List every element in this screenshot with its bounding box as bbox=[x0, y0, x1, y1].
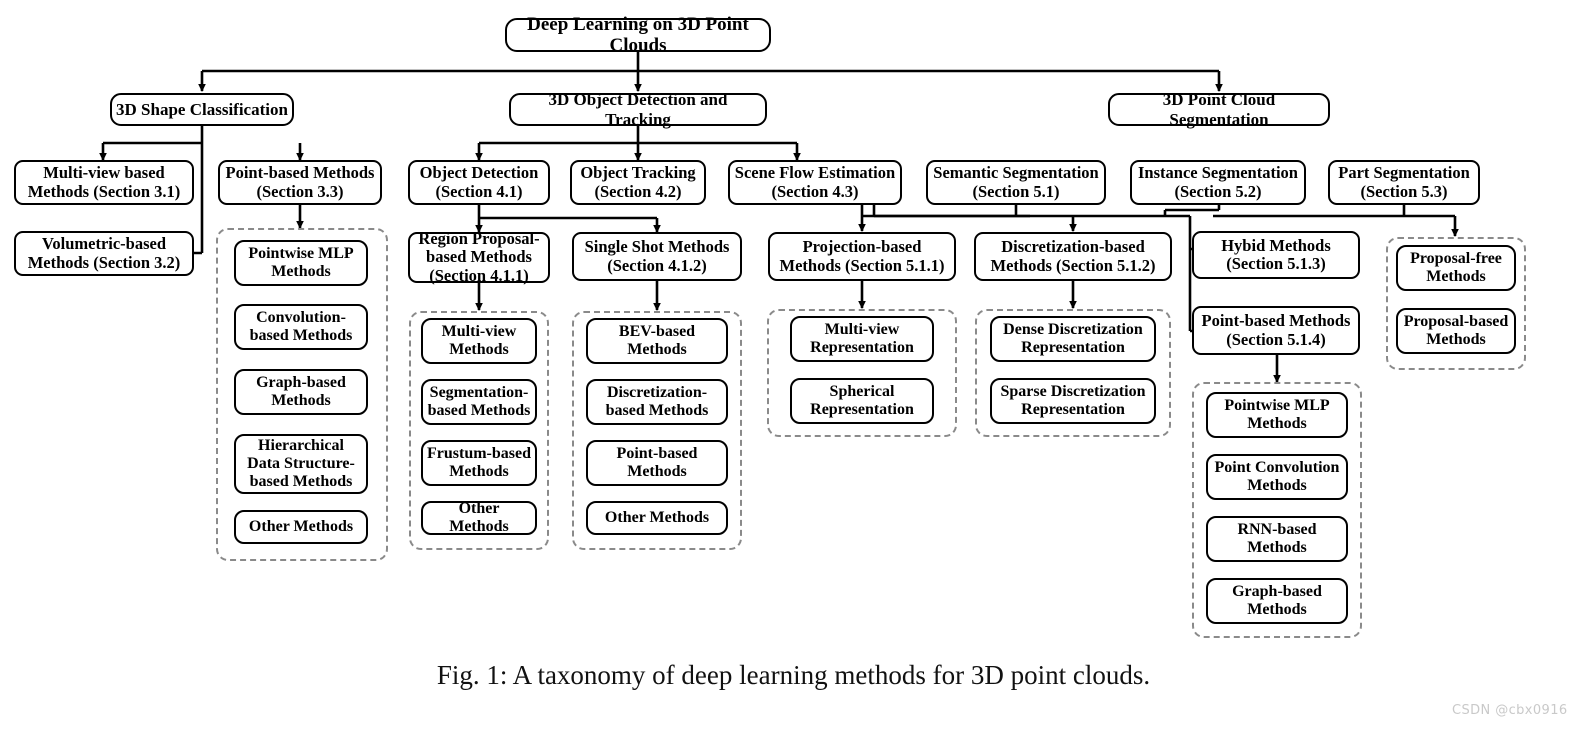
leaf-proposal-free-methods[interactable]: Proposal-free Methods bbox=[1396, 245, 1516, 291]
leaf-label: Multi-view Methods bbox=[441, 323, 517, 358]
leaf-proposal-based-methods[interactable]: Proposal-based Methods bbox=[1396, 308, 1516, 354]
node-single-shot-methods[interactable]: Single Shot Methods (Section 4.1.2) bbox=[572, 232, 742, 281]
leaf-label: Segmentation-based Methods bbox=[427, 384, 531, 419]
node-part-segmentation[interactable]: Part Segmentation (Section 5.3) bbox=[1328, 160, 1480, 205]
leaf-label: BEV-based Methods bbox=[618, 323, 696, 358]
leaf-graph-based-methods-514[interactable]: Graph-based Methods bbox=[1206, 578, 1348, 624]
node-3d-point-cloud-segmentation-label: 3D Point Cloud Segmentation bbox=[1162, 90, 1276, 129]
node-hybid-methods-label: Hybid Methods (Section 5.1.3) bbox=[1221, 235, 1331, 273]
leaf-point-based-methods-412[interactable]: Point-based Methods bbox=[586, 440, 728, 486]
leaf-sparse-discretization-representation[interactable]: Sparse Discretization Representation bbox=[990, 378, 1156, 424]
node-root[interactable]: Deep Learning on 3D Point Clouds bbox=[505, 14, 771, 56]
leaf-label: Proposal-based Methods bbox=[1403, 313, 1509, 348]
leaf-multi-view-representation[interactable]: Multi-view Representation bbox=[790, 316, 934, 362]
node-multi-view-based-methods-label: Multi-view based Methods (Section 3.1) bbox=[27, 163, 181, 201]
leaf-bev-based-methods[interactable]: BEV-based Methods bbox=[586, 318, 728, 364]
node-projection-based-methods-label: Projection-based Methods (Section 5.1.1) bbox=[779, 237, 945, 275]
node-semantic-segmentation[interactable]: Semantic Segmentation (Section 5.1) bbox=[926, 160, 1106, 205]
leaf-label: RNN-based Methods bbox=[1237, 521, 1317, 556]
leaf-label: Graph-based Methods bbox=[1232, 583, 1322, 618]
node-scene-flow-estimation[interactable]: Scene Flow Estimation (Section 4.3) bbox=[728, 160, 902, 205]
node-3d-object-detection-tracking[interactable]: 3D Object Detection and Tracking bbox=[509, 90, 767, 129]
leaf-multi-view-methods[interactable]: Multi-view Methods bbox=[421, 318, 537, 364]
leaf-label: Frustum-based Methods bbox=[427, 445, 532, 480]
leaf-dense-discretization-representation[interactable]: Dense Discretization Representation bbox=[990, 316, 1156, 362]
node-instance-segmentation-label: Instance Segmentation (Section 5.2) bbox=[1138, 163, 1298, 201]
taxonomy-diagram: Deep Learning on 3D Point Clouds 3D Shap… bbox=[0, 0, 1587, 729]
leaf-label: Convolution-based Methods bbox=[249, 309, 353, 344]
figure-caption: Fig. 1: A taxonomy of deep learning meth… bbox=[436, 660, 1151, 690]
node-instance-segmentation[interactable]: Instance Segmentation (Section 5.2) bbox=[1130, 160, 1306, 205]
node-3d-object-detection-tracking-label: 3D Object Detection and Tracking bbox=[548, 90, 728, 129]
leaf-other-methods-33[interactable]: Other Methods bbox=[234, 510, 368, 544]
leaf-frustum-based-methods[interactable]: Frustum-based Methods bbox=[421, 440, 537, 486]
leaf-rnn-based-methods[interactable]: RNN-based Methods bbox=[1206, 516, 1348, 562]
leaf-graph-based-methods-33[interactable]: Graph-based Methods bbox=[234, 369, 368, 415]
leaf-label: Discretization-based Methods bbox=[605, 384, 709, 419]
node-object-detection[interactable]: Object Detection (Section 4.1) bbox=[408, 160, 550, 205]
leaf-other-methods-412[interactable]: Other Methods bbox=[586, 501, 728, 535]
node-object-tracking-label: Object Tracking (Section 4.2) bbox=[580, 163, 696, 201]
leaf-label: Pointwise MLP Methods bbox=[1224, 397, 1330, 432]
node-point-based-methods-514-label: Point-based Methods (Section 5.1.4) bbox=[1201, 311, 1351, 349]
node-3d-point-cloud-segmentation[interactable]: 3D Point Cloud Segmentation bbox=[1108, 90, 1330, 129]
node-volumetric-based-methods-label: Volumetric-based Methods (Section 3.2) bbox=[27, 234, 181, 272]
node-scene-flow-estimation-label: Scene Flow Estimation (Section 4.3) bbox=[734, 163, 896, 201]
leaf-spherical-representation[interactable]: Spherical Representation bbox=[790, 378, 934, 424]
node-point-based-methods-33[interactable]: Point-based Methods (Section 3.3) bbox=[218, 160, 382, 205]
node-3d-shape-classification-label: 3D Shape Classification bbox=[116, 99, 288, 119]
leaf-label: Other Methods bbox=[604, 509, 710, 527]
node-multi-view-based-methods[interactable]: Multi-view based Methods (Section 3.1) bbox=[14, 160, 194, 205]
node-object-detection-label: Object Detection (Section 4.1) bbox=[419, 163, 539, 201]
leaf-other-methods-411[interactable]: Other Methods bbox=[421, 500, 537, 535]
leaf-label: Spherical Representation bbox=[810, 383, 914, 418]
leaf-label: Point Convolution Methods bbox=[1214, 459, 1340, 494]
leaf-label: Hierarchical Data Structure-based Method… bbox=[247, 437, 355, 490]
leaf-label: Point-based Methods bbox=[616, 445, 698, 480]
watermark: CSDN @cbx0916 bbox=[1452, 703, 1568, 718]
leaf-label: Pointwise MLP Methods bbox=[248, 245, 354, 280]
leaf-label: Multi-view Representation bbox=[810, 321, 914, 356]
leaf-label: Proposal-free Methods bbox=[1410, 250, 1502, 285]
leaf-label: Dense Discretization Representation bbox=[1003, 321, 1143, 356]
leaf-discretization-based-methods-412[interactable]: Discretization-based Methods bbox=[586, 379, 728, 425]
node-semantic-segmentation-label: Semantic Segmentation (Section 5.1) bbox=[933, 163, 1099, 201]
leaf-pointwise-mlp-methods-33[interactable]: Pointwise MLP Methods bbox=[234, 240, 368, 286]
leaf-pointwise-mlp-methods-514[interactable]: Pointwise MLP Methods bbox=[1206, 392, 1348, 438]
leaf-segmentation-based-methods[interactable]: Segmentation-based Methods bbox=[421, 379, 537, 425]
node-3d-shape-classification[interactable]: 3D Shape Classification bbox=[110, 93, 294, 126]
leaf-hierarchical-data-structure-based-methods[interactable]: Hierarchical Data Structure-based Method… bbox=[234, 434, 368, 494]
node-part-segmentation-label: Part Segmentation (Section 5.3) bbox=[1338, 163, 1470, 201]
leaf-label: Graph-based Methods bbox=[256, 374, 346, 409]
node-region-proposal-based-methods[interactable]: Region Proposal-based Methods (Section 4… bbox=[408, 228, 550, 285]
leaf-convolution-based-methods[interactable]: Convolution-based Methods bbox=[234, 304, 368, 350]
leaf-label: Other Methods bbox=[248, 518, 354, 536]
node-discretization-based-methods-512[interactable]: Discretization-based Methods (Section 5.… bbox=[974, 232, 1172, 281]
node-root-label: Deep Learning on 3D Point Clouds bbox=[527, 13, 749, 56]
node-object-tracking[interactable]: Object Tracking (Section 4.2) bbox=[570, 160, 706, 205]
node-region-proposal-based-methods-label: Region Proposal-based Methods (Section 4… bbox=[418, 228, 540, 285]
node-projection-based-methods[interactable]: Projection-based Methods (Section 5.1.1) bbox=[768, 232, 956, 281]
leaf-point-convolution-methods[interactable]: Point Convolution Methods bbox=[1206, 454, 1348, 500]
node-single-shot-methods-label: Single Shot Methods (Section 4.1.2) bbox=[584, 237, 730, 275]
leaf-label: Sparse Discretization Representation bbox=[1000, 383, 1146, 418]
node-discretization-based-methods-512-label: Discretization-based Methods (Section 5.… bbox=[990, 237, 1156, 275]
node-point-based-methods-514[interactable]: Point-based Methods (Section 5.1.4) bbox=[1192, 306, 1360, 355]
node-point-based-methods-33-label: Point-based Methods (Section 3.3) bbox=[225, 163, 375, 201]
node-hybid-methods[interactable]: Hybid Methods (Section 5.1.3) bbox=[1192, 231, 1360, 279]
leaf-label: Other Methods bbox=[449, 500, 509, 535]
node-volumetric-based-methods[interactable]: Volumetric-based Methods (Section 3.2) bbox=[14, 231, 194, 276]
